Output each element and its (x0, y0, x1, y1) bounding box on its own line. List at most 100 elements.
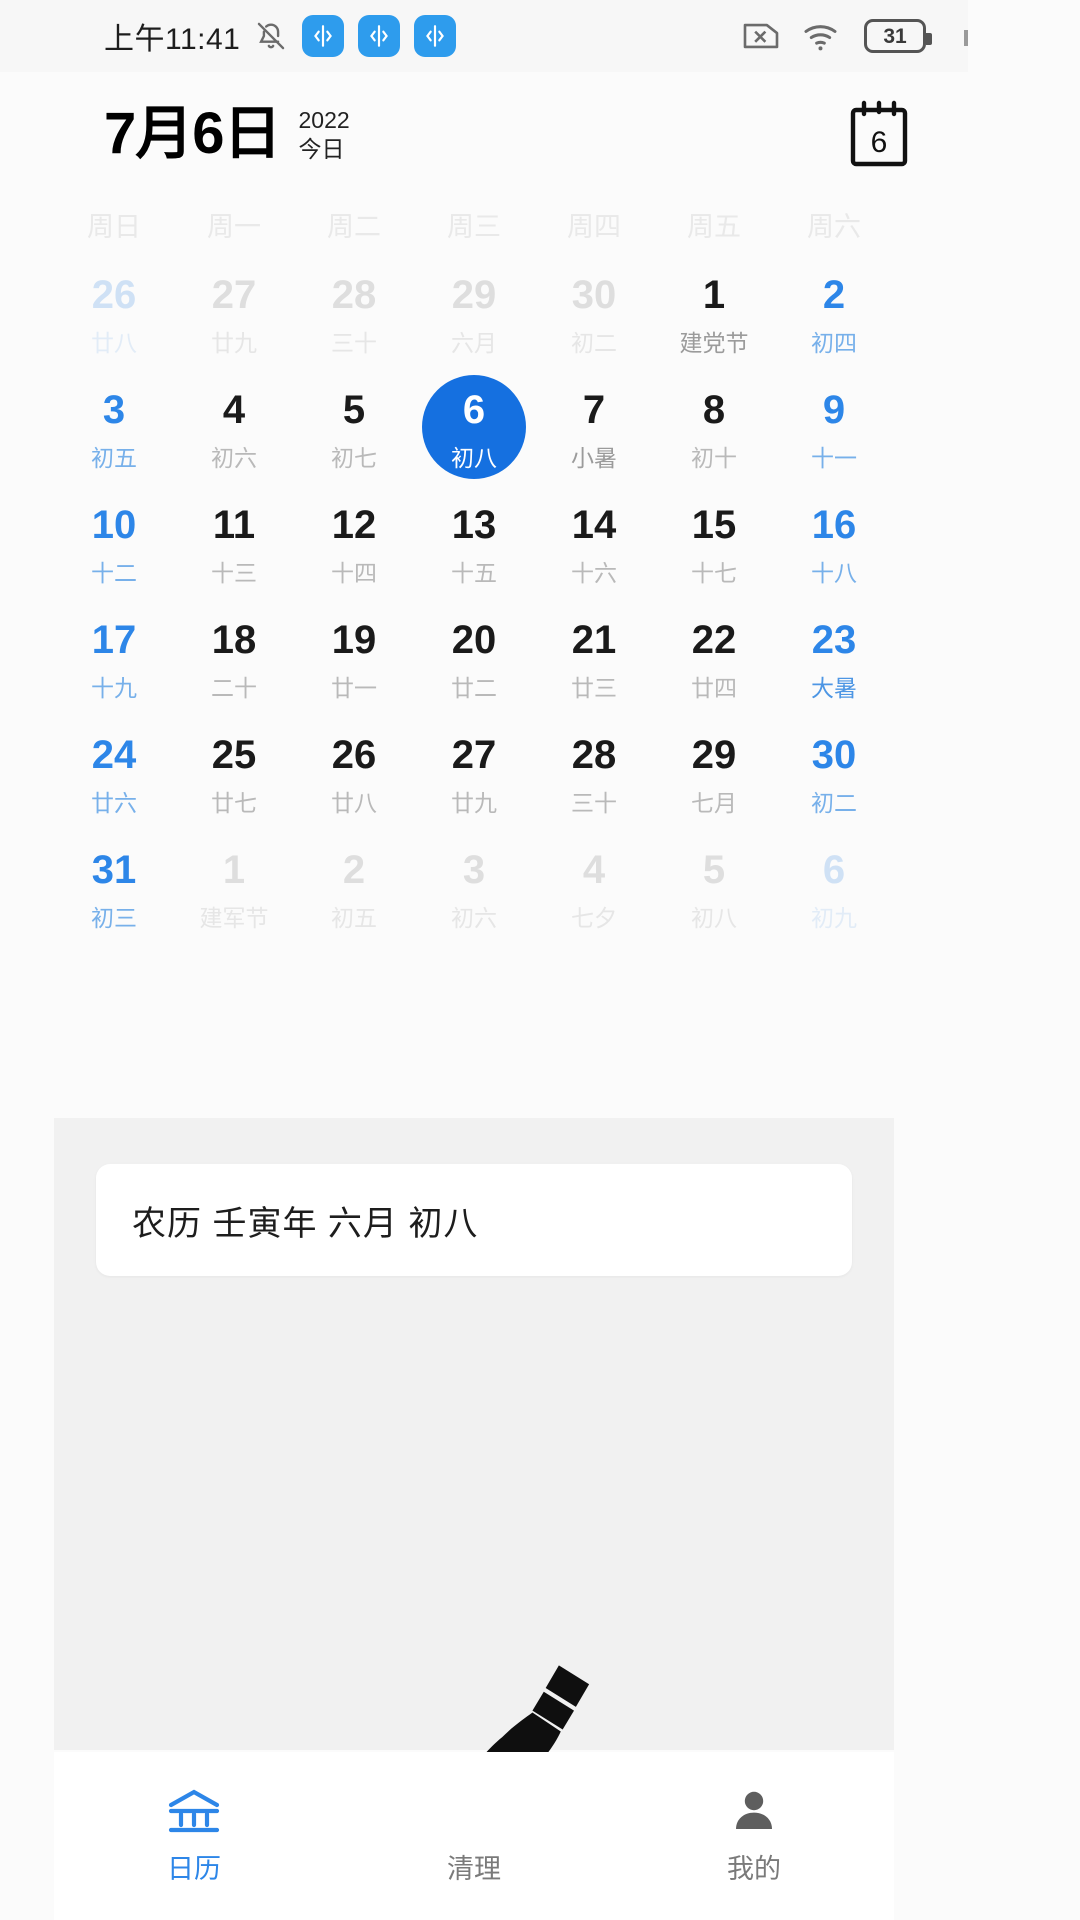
calendar-day-cell[interactable]: 2 初四 (774, 266, 894, 381)
day-lunar-label: 十一 (811, 445, 857, 471)
day-number: 8 (702, 388, 726, 432)
day-lunar-label: 十三 (211, 560, 257, 586)
header-year: 2022 (298, 106, 350, 133)
day-lunar-label: 廿八 (91, 330, 137, 356)
day-lunar-label: 小暑 (571, 445, 617, 471)
detail-panel: 农历 壬寅年 六月 初八 (54, 1118, 894, 1750)
calendar-day-grid[interactable]: 26 廿八 27 廿九 28 三十 29 六月 30 初二 1 建党节 2 初四 3 初五 4 初六 5 初七 6 初八 7… (54, 266, 894, 956)
calendar-day-cell[interactable]: 3 初五 (54, 381, 174, 496)
calendar-day-cell[interactable]: 29 七月 (654, 726, 774, 841)
day-number: 28 (571, 733, 617, 777)
day-number: 30 (571, 273, 617, 317)
nav-item-calendar[interactable]: 日历 (54, 1787, 334, 1886)
day-lunar-label: 十二 (91, 560, 137, 586)
calendar-day-cell[interactable]: 10 十二 (54, 496, 174, 611)
bottom-navigation-bar: 日历 清理 我的 (54, 1752, 894, 1920)
calendar-day-cell[interactable]: 25 廿七 (174, 726, 294, 841)
status-bar-edge-mark (964, 30, 968, 46)
day-number: 17 (91, 618, 137, 662)
calendar-month-view: 周日 周一 周二 周三 周四 周五 周六 26 廿八 27 廿九 28 三十 29 六月 30 初二 1 建党节 2… (54, 205, 894, 956)
weekday-label: 周三 (447, 212, 501, 242)
calendar-day-cell[interactable]: 30 初二 (534, 266, 654, 381)
calendar-day-cell[interactable]: 27 廿九 (174, 266, 294, 381)
calendar-day-cell[interactable]: 8 初十 (654, 381, 774, 496)
calendar-day-cell[interactable]: 14 十六 (534, 496, 654, 611)
day-number: 26 (91, 273, 137, 317)
header-subtitle: 2022 今日 (299, 106, 350, 165)
weekday-label: 周六 (807, 212, 861, 242)
calendar-day-cell[interactable]: 27 廿九 (414, 726, 534, 841)
day-number: 2 (342, 848, 366, 892)
day-number: 4 (582, 848, 606, 892)
nav-label-profile: 我的 (727, 1853, 781, 1884)
calendar-day-cell[interactable]: 20 廿二 (414, 611, 534, 726)
day-number: 3 (102, 388, 126, 432)
calendar-day-cell[interactable]: 2 初五 (294, 841, 414, 956)
nav-label-cleanup: 清理 (447, 1853, 501, 1884)
day-number: 6 (462, 388, 486, 432)
calendar-day-cell[interactable]: 28 三十 (534, 726, 654, 841)
app-chip-icon (302, 15, 345, 57)
go-to-today-button[interactable]: 6 (848, 100, 910, 168)
day-lunar-label: 廿三 (571, 675, 617, 701)
app-chip-icon (358, 15, 401, 57)
calendar-day-cell[interactable]: 12 十四 (294, 496, 414, 611)
calendar-day-cell[interactable]: 7 小暑 (534, 381, 654, 496)
day-lunar-label: 廿六 (91, 790, 137, 816)
calendar-day-cell[interactable]: 24 廿六 (54, 726, 174, 841)
calendar-day-cell[interactable]: 17 十九 (54, 611, 174, 726)
page-title: 7月6日 (104, 101, 282, 166)
calendar-day-cell[interactable]: 4 初六 (174, 381, 294, 496)
calendar-day-cell[interactable]: 9 十一 (774, 381, 894, 496)
calendar-day-cell-selected[interactable]: 6 初八 (414, 375, 534, 496)
calendar-day-cell[interactable]: 15 十七 (654, 496, 774, 611)
calendar-day-cell[interactable]: 4 七夕 (534, 841, 654, 956)
day-number: 30 (811, 733, 857, 777)
day-number: 1 (702, 273, 726, 317)
calendar-day-cell[interactable]: 5 初七 (294, 381, 414, 496)
day-lunar-label: 初四 (811, 330, 857, 356)
calendar-day-cell[interactable]: 23 大暑 (774, 611, 894, 726)
calendar-day-cell[interactable]: 22 廿四 (654, 611, 774, 726)
calendar-day-cell[interactable]: 28 三十 (294, 266, 414, 381)
day-lunar-label: 廿四 (691, 675, 737, 701)
calendar-day-cell[interactable]: 29 六月 (414, 266, 534, 381)
wifi-icon (802, 20, 842, 52)
calendar-day-cell[interactable]: 1 建军节 (174, 841, 294, 956)
lunar-info-card[interactable]: 农历 壬寅年 六月 初八 (96, 1164, 852, 1276)
calendar-day-cell[interactable]: 31 初三 (54, 841, 174, 956)
calendar-day-cell[interactable]: 21 廿三 (534, 611, 654, 726)
sim-card-off-icon (742, 20, 780, 52)
calendar-day-cell[interactable]: 30 初二 (774, 726, 894, 841)
day-number: 1 (222, 848, 246, 892)
day-lunar-label: 廿二 (451, 675, 497, 701)
day-number: 15 (691, 503, 737, 547)
calendar-day-cell[interactable]: 26 廿八 (54, 266, 174, 381)
calendar-day-cell[interactable]: 19 廿一 (294, 611, 414, 726)
weekday-label: 周日 (87, 212, 141, 242)
calendar-day-cell[interactable]: 13 十五 (414, 496, 534, 611)
day-number: 6 (822, 848, 846, 892)
calendar-day-cell[interactable]: 16 十八 (774, 496, 894, 611)
person-icon (729, 1787, 779, 1835)
calendar-day-cell[interactable]: 6 初九 (774, 841, 894, 956)
day-number: 19 (331, 618, 377, 662)
calendar-day-cell[interactable]: 11 十三 (174, 496, 294, 611)
calendar-day-cell[interactable]: 26 廿八 (294, 726, 414, 841)
day-lunar-label: 大暑 (811, 675, 857, 701)
nav-item-profile[interactable]: 我的 (614, 1787, 894, 1886)
day-lunar-label: 十六 (571, 560, 617, 586)
day-lunar-label: 初二 (571, 330, 617, 356)
day-number: 12 (331, 503, 377, 547)
day-number: 18 (211, 618, 257, 662)
calendar-day-cell[interactable]: 3 初六 (414, 841, 534, 956)
day-number: 25 (211, 733, 257, 777)
calendar-day-cell[interactable]: 18 二十 (174, 611, 294, 726)
bell-muted-icon (254, 19, 288, 53)
day-lunar-label: 初六 (211, 445, 257, 471)
day-lunar-label: 廿八 (331, 790, 377, 816)
calendar-day-cell[interactable]: 5 初八 (654, 841, 774, 956)
calendar-day-cell[interactable]: 1 建党节 (654, 266, 774, 381)
nav-item-cleanup[interactable]: 清理 (334, 1787, 614, 1886)
status-bar: 上午11:41 31 (0, 0, 968, 72)
